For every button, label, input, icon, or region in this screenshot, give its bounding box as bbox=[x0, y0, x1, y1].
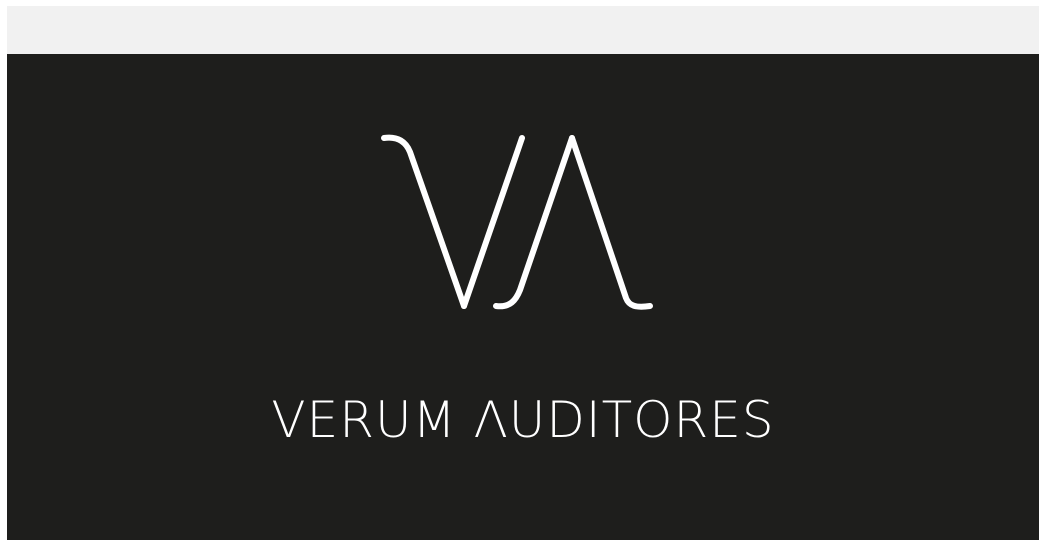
a-right-stroke bbox=[569, 135, 653, 310]
top-bar bbox=[7, 6, 1039, 54]
page-frame: VERUM ΛUDITORES bbox=[7, 6, 1039, 540]
a-left-stroke bbox=[493, 135, 575, 310]
v-right-stroke bbox=[461, 135, 525, 309]
va-monogram-icon bbox=[381, 134, 653, 310]
brand-name: VERUM ΛUDITORES bbox=[271, 391, 775, 449]
hero-banner: VERUM ΛUDITORES bbox=[7, 54, 1039, 540]
v-left-stroke bbox=[381, 134, 467, 309]
